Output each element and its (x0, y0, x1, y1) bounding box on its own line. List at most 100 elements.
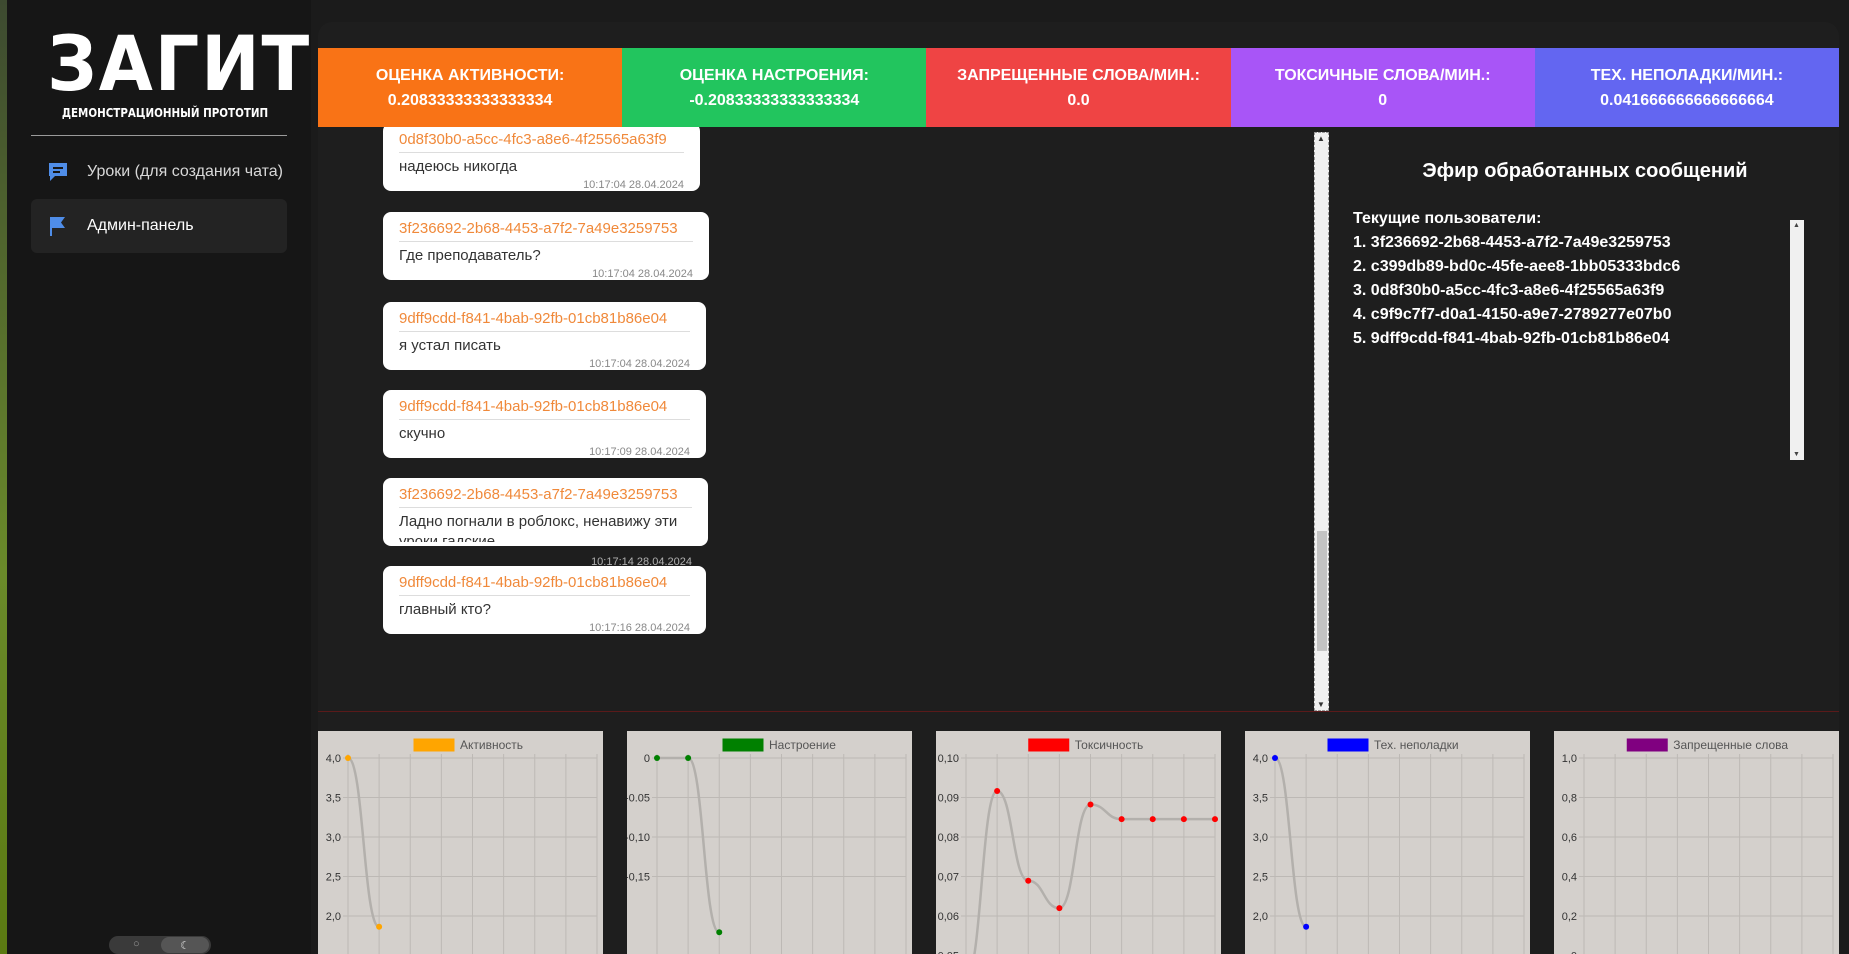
chat-message: 3f236692-2b68-4453-a7f2-7a49e3259753 Лад… (383, 478, 708, 568)
user-item: 2. c399db89-bd0c-45fe-aee8-1bb05333bdc6 (1353, 258, 1681, 275)
stat-activity: ОЦЕНКА АКТИВНОСТИ: 0.20833333333333334 (318, 48, 623, 127)
users-scrollbar[interactable]: ▲ ▼ (1790, 220, 1804, 460)
y-tick-label: 0 (644, 753, 650, 765)
chat-message: 0d8f30b0-a5cc-4fc3-a8e6-4f25565a63f9 над… (383, 127, 700, 191)
legend-label: Токсичность (1075, 738, 1143, 752)
data-point (716, 929, 723, 936)
stat-label: ТОКСИЧНЫЕ СЛОВА/МИН.: (1274, 66, 1491, 84)
message-user-id: 9dff9cdd-f841-4bab-92fb-01cb81b86e04 (399, 573, 690, 596)
logo-subtitle: ДЕМОНСТРАЦИОННЫЙ ПРОТОТИП (61, 106, 269, 120)
y-tick-label: 2,5 (326, 872, 341, 884)
stat-toxic-words: ТОКСИЧНЫЕ СЛОВА/МИН.: 0 (1230, 48, 1535, 127)
legend: Запрещенные слова (1626, 738, 1788, 752)
message-user-id: 9dff9cdd-f841-4bab-92fb-01cb81b86e04 (399, 397, 690, 420)
message-time: 10:17:04 28.04.2024 (589, 358, 690, 370)
sidebar-divider (31, 135, 287, 136)
y-tick-label: -0,10 (627, 832, 650, 844)
y-tick-label: 2,0 (1253, 911, 1268, 923)
chat-feed[interactable]: 0d8f30b0-a5cc-4fc3-a8e6-4f25565a63f9 над… (318, 127, 1324, 711)
scroll-down-icon[interactable]: ▼ (1317, 700, 1325, 709)
chat-message: 9dff9cdd-f841-4bab-92fb-01cb81b86e04 ску… (383, 390, 706, 458)
message-time: 10:17:04 28.04.2024 (583, 179, 684, 191)
stat-mood: ОЦЕНКА НАСТРОЕНИЯ: -0.20833333333333334 (622, 48, 927, 127)
stat-label: ТЕХ. НЕПОЛАДКИ/МИН.: (1590, 66, 1784, 84)
message-text: Где преподаватель? (399, 247, 541, 264)
theme-toggle[interactable]: ○ ☾ (109, 936, 211, 954)
data-point (376, 923, 383, 930)
current-users-list: Текущие пользователи: 1. 3f236692-2b68-4… (1353, 207, 1813, 457)
series-line (1274, 756, 1307, 928)
sun-icon: ○ (133, 938, 140, 950)
user-item: 1. 3f236692-2b68-4453-a7f2-7a49e3259753 (1353, 234, 1671, 251)
message-text: скучно (399, 425, 446, 442)
message-text: надеюсь никогда (399, 158, 518, 175)
y-tick-label: 0,10 (938, 753, 959, 765)
scroll-up-icon[interactable]: ▲ (1317, 134, 1325, 143)
data-point (1180, 816, 1187, 823)
stat-value: 0.0 (1067, 91, 1090, 109)
chart-tech-issues: Тех. неполадки 4,0 3,5 3,0 2,5 2,0 (1245, 731, 1530, 954)
chat-message: 9dff9cdd-f841-4bab-92fb-01cb81b86e04 гла… (383, 566, 706, 634)
data-point (994, 787, 1001, 794)
tech-issues-chart-svg: Тех. неполадки 4,0 3,5 3,0 2,5 2,0 (1253, 738, 1525, 954)
chat-scrollbar[interactable]: ▲ ▼ (1314, 132, 1329, 711)
message-user-id: 0d8f30b0-a5cc-4fc3-a8e6-4f25565a63f9 (399, 130, 684, 153)
processed-messages-panel: Эфир обработанных сообщений Текущие поль… (1331, 127, 1839, 711)
legend: Тех. неполадки (1327, 738, 1459, 752)
panel-title: Эфир обработанных сообщений (1422, 160, 1748, 182)
series-line (347, 756, 380, 928)
y-tick-label: 0,8 (1562, 793, 1577, 805)
y-tick-label: 0 (1571, 951, 1577, 954)
y-tick-label: 0,06 (938, 911, 959, 923)
y-tick-label: -0.05 (627, 793, 650, 805)
scroll-up-icon[interactable]: ▲ (1793, 222, 1800, 229)
stat-value: 0.041666666666666664 (1600, 91, 1774, 109)
section-divider (318, 711, 1839, 712)
stat-label: ОЦЕНКА АКТИВНОСТИ: (375, 66, 565, 84)
legend-label: Настроение (769, 738, 836, 752)
user-item: 5. 9dff9cdd-f841-4bab-92fb-01cb81b86e04 (1353, 330, 1670, 347)
stats-bar: ОЦЕНКА АКТИВНОСТИ: 0.20833333333333334 О… (318, 48, 1839, 127)
legend-swatch (413, 738, 455, 752)
user-item: 3. 0d8f30b0-a5cc-4fc3-a8e6-4f25565a63f9 (1353, 282, 1665, 299)
sidebar-item-label: Админ-панель (87, 217, 194, 234)
logo-title: ЗАГИТ (47, 19, 311, 108)
data-point (685, 755, 692, 761)
charts-row: Активность 4,0 3,5 3,0 2,5 2,0 Настроение 0 -0.… (318, 731, 1839, 954)
y-tick-label: 0,2 (1562, 911, 1577, 923)
y-tick-label: 2,5 (1253, 872, 1268, 884)
stat-value: 0 (1378, 91, 1388, 109)
y-tick-label: 0,09 (938, 793, 959, 805)
mood-chart-svg: Настроение 0 -0.05 -0,10 -0,15 (627, 738, 907, 954)
legend-swatch (1626, 738, 1668, 752)
user-item: 4. c9f9c7f7-d0a1-4150-a9e7-2789277e07b0 (1353, 306, 1672, 323)
legend: Токсичность (1028, 738, 1143, 752)
message-text: Ладно погнали в роблокс, ненавижу эти ур… (399, 513, 678, 542)
window-edge (0, 0, 7, 954)
y-tick-label: -0,15 (627, 872, 650, 884)
message-time: 10:17:16 28.04.2024 (589, 622, 690, 634)
chart-banned-words: Запрещенные слова 1,0 0,8 0,6 0,4 0,2 0 (1554, 731, 1839, 954)
stat-value: -0.20833333333333334 (689, 91, 860, 109)
chat-message: 9dff9cdd-f841-4bab-92fb-01cb81b86e04 я у… (383, 302, 706, 370)
stat-tech-issues: ТЕХ. НЕПОЛАДКИ/МИН.: 0.04166666666666666… (1534, 48, 1839, 127)
sidebar-item-admin[interactable]: Админ-панель (31, 199, 287, 253)
y-tick-label: 2,0 (326, 911, 341, 923)
users-header: Текущие пользователи: (1353, 210, 1542, 227)
message-text: главный кто? (399, 601, 491, 618)
stat-value: 0.20833333333333334 (387, 91, 553, 109)
stat-banned-words: ЗАПРЕЩЕННЫЕ СЛОВА/МИН.: 0.0 (926, 48, 1231, 127)
legend-label: Активность (460, 738, 523, 752)
y-tick-label: 0,07 (938, 872, 959, 884)
toxicity-chart-svg: Токсичность 0,10 0,09 0,08 0,07 0,06 0,05 (938, 738, 1218, 954)
scroll-down-icon[interactable]: ▼ (1793, 451, 1800, 458)
sidebar-item-lessons[interactable]: Уроки (для создания чата) (31, 145, 287, 199)
message-time: 10:17:09 28.04.2024 (589, 446, 690, 458)
y-tick-label: 1,0 (1562, 753, 1577, 765)
message-user-id: 3f236692-2b68-4453-a7f2-7a49e3259753 (399, 219, 693, 242)
admin-panel: ОЦЕНКА АКТИВНОСТИ: 0.20833333333333334 О… (318, 22, 1839, 954)
scrollbar-thumb[interactable] (1317, 531, 1327, 651)
chat-icon (45, 160, 71, 184)
legend-swatch (722, 738, 764, 752)
legend-swatch (1327, 738, 1369, 752)
